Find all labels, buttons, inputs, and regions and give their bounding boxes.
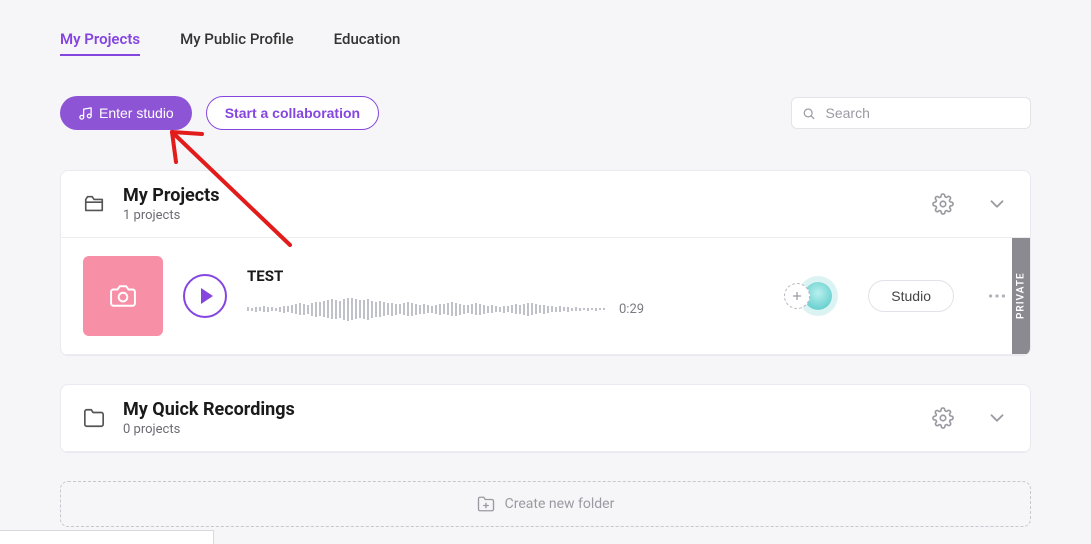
chevron-down-icon[interactable] [986, 193, 1008, 215]
gear-icon[interactable] [932, 407, 954, 429]
folder-my-projects: My Projects 1 projects TEST 0:29 [60, 170, 1031, 356]
search-icon [802, 106, 816, 121]
collaborators [784, 282, 832, 310]
search-input[interactable] [824, 104, 1021, 122]
project-studio-button[interactable]: Studio [868, 280, 954, 312]
tab-education[interactable]: Education [334, 30, 401, 56]
search-box[interactable] [791, 97, 1031, 129]
enter-studio-button[interactable]: Enter studio [60, 96, 192, 130]
privacy-badge: PRIVATE [1012, 238, 1030, 354]
play-icon [201, 288, 213, 304]
camera-icon [110, 283, 136, 309]
folder-subtitle-my-projects: 1 projects [123, 208, 914, 223]
folder-icon [83, 407, 105, 429]
chevron-down-icon[interactable] [986, 407, 1008, 429]
folder-title-my-projects: My Projects [123, 185, 914, 206]
tab-my-projects[interactable]: My Projects [60, 30, 140, 56]
project-row: TEST 0:29 Studio PRIVATE [61, 238, 1030, 355]
create-folder-button[interactable]: Create new folder [60, 481, 1031, 527]
project-duration: 0:29 [619, 302, 644, 317]
plus-icon [791, 290, 803, 302]
project-thumbnail[interactable] [83, 256, 163, 336]
tab-public-profile[interactable]: My Public Profile [180, 30, 294, 56]
folder-plus-icon [477, 495, 495, 513]
bottom-left-panel [0, 530, 214, 544]
folder-subtitle-quick-recordings: 0 projects [123, 422, 914, 437]
enter-studio-label: Enter studio [99, 105, 174, 121]
folder-title-quick-recordings: My Quick Recordings [123, 399, 914, 420]
audio-waveform[interactable] [247, 293, 605, 325]
create-folder-label: Create new folder [505, 496, 615, 512]
folder-quick-recordings: My Quick Recordings 0 projects [60, 384, 1031, 453]
start-collaboration-button[interactable]: Start a collaboration [206, 96, 379, 130]
folder-open-icon [83, 193, 105, 215]
project-title[interactable]: TEST [247, 267, 764, 285]
action-row: Enter studio Start a collaboration [60, 96, 1031, 130]
top-tabs: My Projects My Public Profile Education [60, 20, 1031, 56]
play-button[interactable] [183, 274, 227, 318]
more-options-icon[interactable] [986, 285, 1008, 307]
gear-icon[interactable] [932, 193, 954, 215]
folder-header-quick-recordings[interactable]: My Quick Recordings 0 projects [61, 385, 1030, 452]
folder-header-my-projects[interactable]: My Projects 1 projects [61, 171, 1030, 238]
music-note-icon [78, 106, 93, 121]
